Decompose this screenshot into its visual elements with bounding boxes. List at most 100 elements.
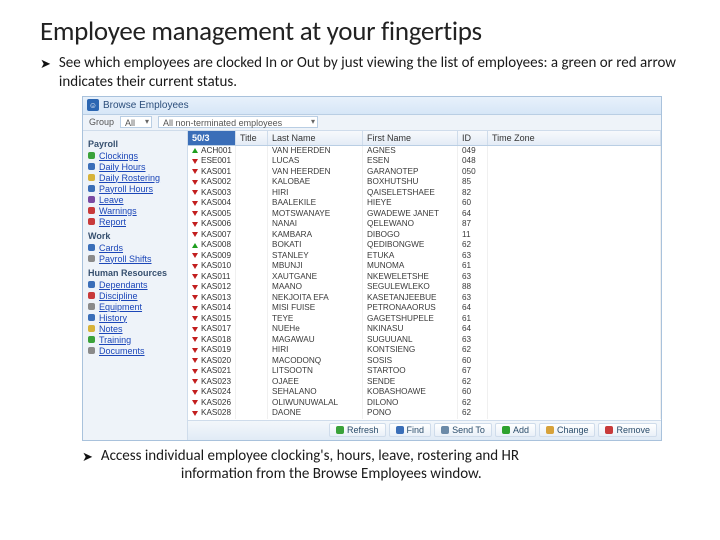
sidebar-item[interactable]: Report (88, 217, 182, 227)
table-row[interactable]: KAS014MISI FUISEPETRONAAORUS64 (188, 303, 661, 314)
app-window: ☺ Browse Employees Group All All non-ter… (82, 96, 662, 441)
sidebar-item[interactable]: Training (88, 335, 182, 345)
status-arrow-icon (192, 285, 198, 290)
table-row[interactable]: KAS012MAANOSEGULEWLEKO88 (188, 282, 661, 293)
table-row[interactable]: KAS024SEHALANOKOBASHOAWE60 (188, 387, 661, 398)
status-arrow-icon (192, 369, 198, 374)
grid-header: 50/3 Title Last Name First Name ID Time … (188, 131, 661, 146)
table-row[interactable]: KAS005MOTSWANAYEGWADEWE JANET64 (188, 209, 661, 220)
sidebar-item[interactable]: Dependants (88, 280, 182, 290)
add-icon (502, 426, 510, 434)
sidebar-item-label: Daily Rostering (99, 173, 160, 183)
sidebar-item[interactable]: Daily Rostering (88, 173, 182, 183)
table-row[interactable]: KAS013NEKJOITA EFAKASETANJEEBUE63 (188, 293, 661, 304)
sidebar-item-label: Notes (99, 324, 123, 334)
remove-button[interactable]: Remove (598, 423, 657, 437)
table-row[interactable]: KAS028DAONEPONO62 (188, 408, 661, 419)
table-row[interactable]: KAS020MACODONQSOSIS60 (188, 356, 661, 367)
sidebar-item[interactable]: Clockings (88, 151, 182, 161)
sidebar-item[interactable]: Payroll Shifts (88, 254, 182, 264)
slide-title: Employee management at your fingertips (40, 15, 690, 48)
table-row[interactable]: KAS010MBUNJIMUNOMA61 (188, 261, 661, 272)
status-arrow-icon (192, 390, 198, 395)
bullet-bottom: ➤ Access individual employee clocking's,… (82, 447, 690, 485)
sidebar-item-label: Warnings (99, 206, 137, 216)
sidebar-item[interactable]: Payroll Hours (88, 184, 182, 194)
table-row[interactable]: KAS009STANLEYETUKA63 (188, 251, 661, 262)
status-arrow-icon (192, 411, 198, 416)
table-row[interactable]: KAS006NANAIQELEWANO87 (188, 219, 661, 230)
table-row[interactable]: KAS011XAUTGANENKEWELETSHE63 (188, 272, 661, 283)
sidebar-head-payroll: Payroll (88, 139, 182, 149)
sidebar-item-label: Dependants (99, 280, 148, 290)
sidebar-item-label: Payroll Hours (99, 184, 153, 194)
sidebar-item[interactable]: Discipline (88, 291, 182, 301)
filter-view-dropdown[interactable]: All non-terminated employees (158, 116, 318, 128)
table-row[interactable]: KAS007KAMBARADIBOGO11 (188, 230, 661, 241)
table-row[interactable]: KAS019HIRIKONTSIENG62 (188, 345, 661, 356)
sidebar-item-icon (88, 303, 95, 310)
col-tz[interactable]: Time Zone (488, 131, 661, 145)
app-icon: ☺ (87, 99, 99, 111)
status-arrow-icon (192, 243, 198, 248)
refresh-button[interactable]: Refresh (329, 423, 386, 437)
bullet-top: ➤ See which employees are clocked In or … (40, 54, 690, 92)
table-row[interactable]: KAS015TEYEGAGETSHUPELE61 (188, 314, 661, 325)
filter-bar: Group All All non-terminated employees (83, 115, 661, 131)
sidebar-item[interactable]: Leave (88, 195, 182, 205)
sidebar-item-icon (88, 347, 95, 354)
table-row[interactable]: ACH001VAN HEERDENAGNES049 (188, 146, 661, 157)
sidebar-item[interactable]: Notes (88, 324, 182, 334)
table-row[interactable]: KAS004BAALEKILEHIEYE60 (188, 198, 661, 209)
sidebar-item[interactable]: History (88, 313, 182, 323)
sidebar-item[interactable]: Equipment (88, 302, 182, 312)
action-bar: Refresh Find Send To Add Change Remove (188, 420, 661, 440)
sidebar-item-label: Daily Hours (99, 162, 146, 172)
status-arrow-icon (192, 274, 198, 279)
sidebar-item-label: History (99, 313, 127, 323)
find-icon (396, 426, 404, 434)
sidebar-item-icon (88, 185, 95, 192)
change-button[interactable]: Change (539, 423, 596, 437)
col-last[interactable]: Last Name (268, 131, 363, 145)
sidebar-item[interactable]: Cards (88, 243, 182, 253)
table-row[interactable]: KAS001VAN HEERDENGARANOTEP050 (188, 167, 661, 178)
status-arrow-icon (192, 211, 198, 216)
sidebar: Payroll ClockingsDaily HoursDaily Roster… (83, 131, 188, 440)
sidebar-item-label: Discipline (99, 291, 138, 301)
sidebar-item[interactable]: Daily Hours (88, 162, 182, 172)
sidebar-item-label: Report (99, 217, 126, 227)
sidebar-item-icon (88, 255, 95, 262)
col-first[interactable]: First Name (363, 131, 458, 145)
table-row[interactable]: KAS017NUEHeNKINASU64 (188, 324, 661, 335)
sidebar-item[interactable]: Documents (88, 346, 182, 356)
sidebar-item-icon (88, 244, 95, 251)
filter-group-dropdown[interactable]: All (120, 116, 152, 128)
table-row[interactable]: KAS018MAGAWAUSUGUUANL63 (188, 335, 661, 346)
table-row[interactable]: KAS023OJAEESENDE62 (188, 377, 661, 388)
filter-group-label: Group (89, 117, 114, 127)
table-row[interactable]: KAS008BOKATIQEDIBONGWE62 (188, 240, 661, 251)
status-arrow-icon (192, 295, 198, 300)
status-arrow-icon (192, 379, 198, 384)
find-button[interactable]: Find (389, 423, 432, 437)
bullet-bottom-text: Access individual employee clocking's, h… (101, 447, 690, 485)
table-row[interactable]: KAS003HIRIQAISELETSHAEE82 (188, 188, 661, 199)
status-arrow-icon (192, 159, 198, 164)
sidebar-item-icon (88, 292, 95, 299)
count-badge: 50/3 (188, 131, 236, 145)
table-row[interactable]: KAS026OLIWUNUWALALDILONO62 (188, 398, 661, 409)
sidebar-head-hr: Human Resources (88, 268, 182, 278)
add-button[interactable]: Add (495, 423, 536, 437)
status-arrow-icon (192, 400, 198, 405)
col-id[interactable]: ID (458, 131, 488, 145)
table-row[interactable]: ESE001LUCASESEN048 (188, 156, 661, 167)
table-row[interactable]: KAS021LITSOOTNSTARTOO67 (188, 366, 661, 377)
sidebar-item[interactable]: Warnings (88, 206, 182, 216)
sendto-button[interactable]: Send To (434, 423, 492, 437)
table-row[interactable]: KAS002KALOBAEBOXHUTSHU85 (188, 177, 661, 188)
col-title[interactable]: Title (236, 131, 268, 145)
grid-body[interactable]: ACH001VAN HEERDENAGNES049ESE001LUCASESEN… (188, 146, 661, 420)
status-arrow-icon (192, 232, 198, 237)
status-arrow-icon (192, 201, 198, 206)
